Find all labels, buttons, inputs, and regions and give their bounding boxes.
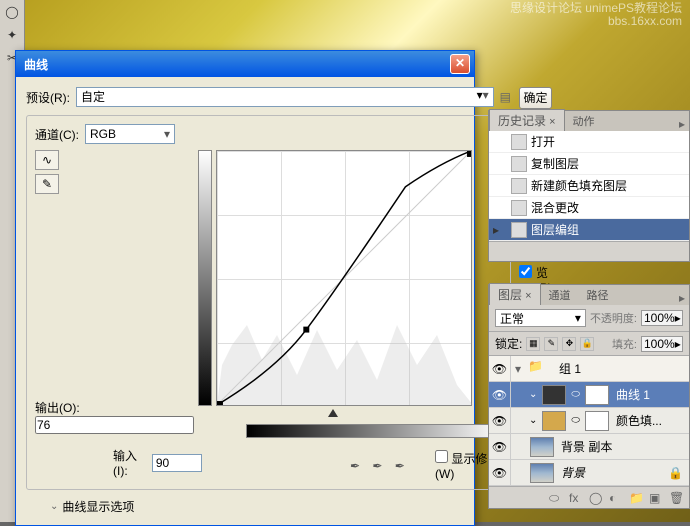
show-clipping-checkbox[interactable]: [435, 450, 448, 463]
layer-list: 👁 ▾ 📁 组 1 👁 ⌄ ⬭ 曲线 1 👁 ⌄ ⬭ 颜色填... 👁: [489, 356, 689, 486]
link-layers-icon[interactable]: ⬭: [549, 491, 563, 505]
tab-history[interactable]: 历史记录 ×: [489, 109, 565, 131]
tab-paths[interactable]: 路径: [579, 285, 617, 305]
history-item[interactable]: 新建颜色填充图层: [489, 175, 689, 197]
curve-path: [217, 151, 471, 405]
history-item[interactable]: 混合更改: [489, 197, 689, 219]
panel-menu-icon[interactable]: ▸: [675, 291, 689, 305]
input-label: 输入(I):: [113, 447, 146, 478]
visibility-toggle[interactable]: 👁: [489, 408, 511, 433]
new-group-icon[interactable]: 📁: [629, 491, 643, 505]
link-icon: ⌄: [527, 389, 539, 400]
link-icon: ⌄: [527, 415, 539, 426]
input-slider-handle[interactable]: [328, 409, 338, 417]
history-item[interactable]: 复制图层: [489, 153, 689, 175]
history-item[interactable]: 打开: [489, 131, 689, 153]
visibility-toggle[interactable]: 👁: [489, 356, 511, 381]
input-gradient: [246, 424, 502, 438]
dialog-title: 曲线: [20, 56, 450, 73]
preset-label: 预设(R):: [26, 89, 70, 106]
layers-panel: 图层 × 通道 路径 ▸ 正常▾ 不透明度: 100%▸ 锁定: ▦ ✎ ✥ 🔒…: [488, 284, 690, 509]
history-panel: 历史记录 × 动作 ▸ 打开 复制图层 新建颜色填充图层 混合更改 ▸图层编组: [488, 110, 690, 262]
history-footer: [489, 241, 689, 261]
lock-position-icon[interactable]: ✥: [562, 337, 576, 351]
visibility-toggle[interactable]: 👁: [489, 460, 511, 485]
layer-thumb: [530, 463, 554, 483]
channel-label: 通道(C):: [35, 126, 79, 143]
lock-icon: 🔒: [668, 466, 689, 480]
layer-row[interactable]: 👁 背景 🔒: [489, 460, 689, 486]
channel-select[interactable]: RGB▾: [85, 124, 175, 144]
fill-label: 填充:: [612, 336, 637, 352]
lock-all-icon[interactable]: 🔒: [580, 337, 594, 351]
eyedropper-white-icon[interactable]: ✒: [393, 457, 407, 475]
history-item[interactable]: ▸图层编组: [489, 219, 689, 241]
layer-thumb: [542, 385, 566, 405]
layer-row[interactable]: 👁 ⌄ ⬭ 颜色填...: [489, 408, 689, 434]
eyedropper-black-icon[interactable]: ✒: [348, 457, 362, 475]
panel-menu-icon[interactable]: ▸: [675, 117, 689, 131]
layer-fx-icon[interactable]: fx: [569, 491, 583, 505]
preset-select[interactable]: 自定▾: [76, 87, 494, 107]
layer-row[interactable]: 👁 ⌄ ⬭ 曲线 1: [489, 382, 689, 408]
tab-layers[interactable]: 图层 ×: [489, 283, 541, 305]
layers-footer: ⬭ fx ◯ ◐ 📁 ▣ 🗑: [489, 486, 689, 508]
curve-pencil-tool[interactable]: ✎: [35, 174, 59, 194]
folder-icon: 📁: [528, 359, 552, 379]
new-adjustment-icon[interactable]: ◐: [609, 491, 623, 505]
tool-wand[interactable]: ✦: [1, 24, 23, 46]
output-gradient: [198, 150, 212, 406]
opacity-label: 不透明度:: [590, 310, 637, 326]
opacity-field[interactable]: 100%▸: [641, 310, 683, 326]
preview-checkbox[interactable]: [519, 265, 532, 278]
lock-label: 锁定:: [495, 335, 522, 352]
watermark: 思缘设计论坛 unimePS教程论坛 bbs.16xx.com: [510, 2, 682, 28]
eyedropper-gray-icon[interactable]: ✒: [370, 457, 384, 475]
visibility-toggle[interactable]: 👁: [489, 382, 511, 407]
preset-menu-icon[interactable]: ▤: [500, 90, 511, 104]
layer-row[interactable]: 👁 ▾ 📁 组 1: [489, 356, 689, 382]
layer-thumb: [542, 411, 566, 431]
lock-pixels-icon[interactable]: ✎: [544, 337, 558, 351]
curve-grid[interactable]: [216, 150, 472, 406]
input-field[interactable]: [152, 454, 202, 472]
show-options-label[interactable]: 曲线显示选项: [62, 498, 134, 515]
tab-actions[interactable]: 动作: [565, 111, 603, 131]
curves-dialog: 曲线 ✕ 预设(R): 自定▾ ▤ 通道(C): RGB▾: [15, 50, 475, 526]
tool-lasso[interactable]: ◯: [1, 1, 23, 23]
fill-field[interactable]: 100%▸: [641, 336, 683, 352]
ok-button[interactable]: 确定: [519, 87, 552, 109]
layer-row[interactable]: 👁 背景 副本: [489, 434, 689, 460]
output-field[interactable]: [35, 416, 194, 434]
curve-point-tool[interactable]: ∿: [35, 150, 59, 170]
lock-transparency-icon[interactable]: ▦: [526, 337, 540, 351]
output-label: 输出(O):: [35, 401, 80, 415]
visibility-toggle[interactable]: 👁: [489, 434, 511, 459]
layer-mask: [585, 385, 609, 405]
chevron-down-icon[interactable]: ⌄: [50, 501, 58, 512]
close-button[interactable]: ✕: [450, 54, 470, 74]
delete-layer-icon[interactable]: 🗑: [669, 491, 683, 505]
dialog-titlebar[interactable]: 曲线 ✕: [16, 51, 474, 77]
layer-thumb: [530, 437, 554, 457]
blend-mode-select[interactable]: 正常▾: [495, 309, 586, 327]
new-layer-icon[interactable]: ▣: [649, 491, 663, 505]
tab-channels[interactable]: 通道: [541, 285, 579, 305]
history-list: 打开 复制图层 新建颜色填充图层 混合更改 ▸图层编组: [489, 131, 689, 241]
add-mask-icon[interactable]: ◯: [589, 491, 603, 505]
layer-mask: [585, 411, 609, 431]
